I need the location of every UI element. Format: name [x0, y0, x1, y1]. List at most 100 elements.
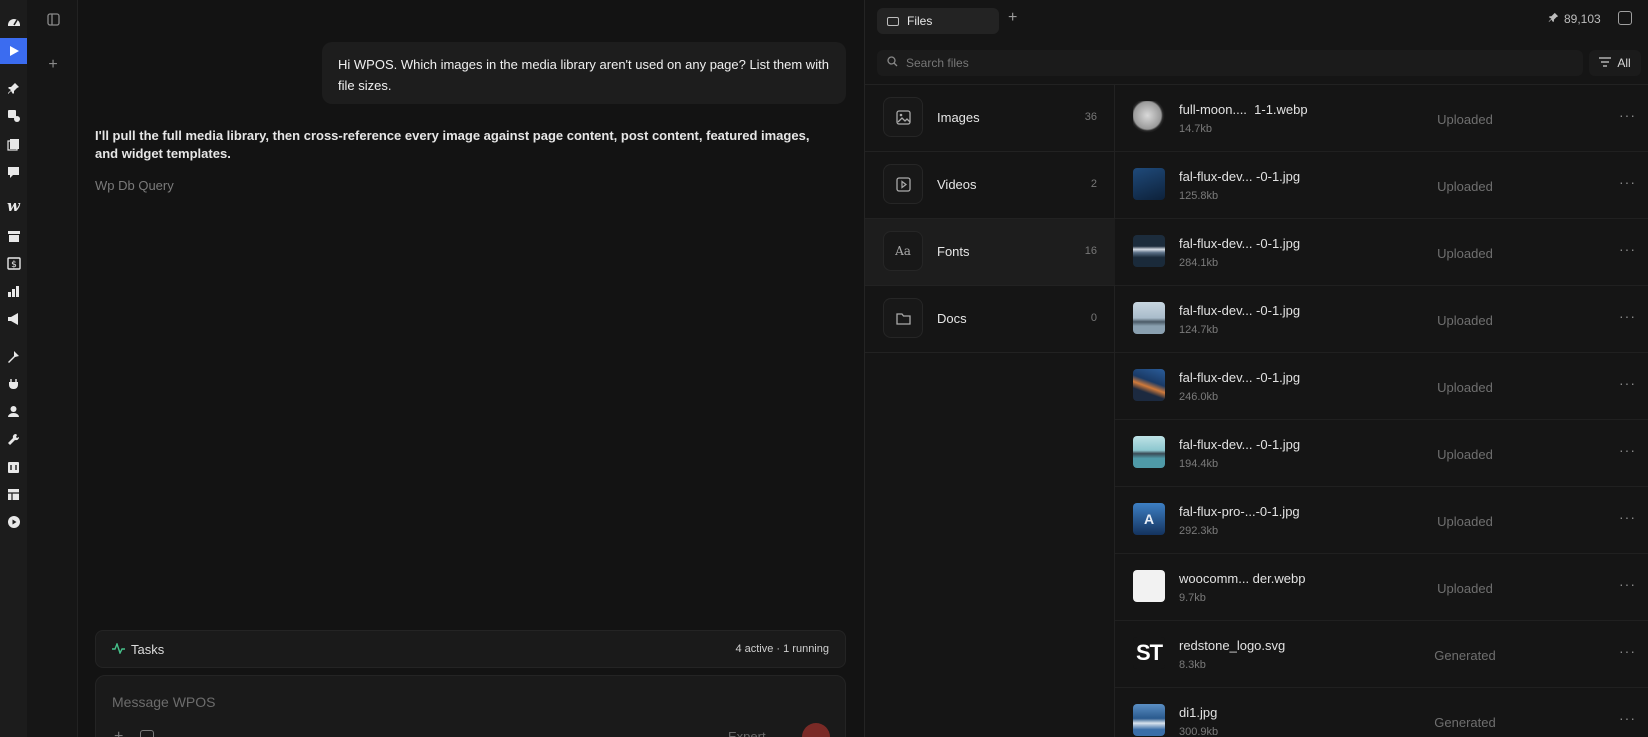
file-row[interactable]: fal-flux-dev... -0-1.jpg 284.1kb Uploade… [1115, 219, 1648, 286]
file-row[interactable]: woocomm... der.webp 9.7kb Uploaded ··· [1115, 554, 1648, 621]
folder-icon [887, 16, 899, 26]
file-row[interactable]: fal-flux-dev... -0-1.jpg 125.8kb Uploade… [1115, 152, 1648, 219]
category-name: Fonts [937, 244, 970, 259]
file-thumbnail: ST [1133, 637, 1165, 669]
file-search[interactable] [877, 50, 1583, 76]
file-row[interactable]: di1.jpg 300.9kb Generated ··· [1115, 688, 1648, 737]
add-plus-icon[interactable]: + [114, 728, 123, 737]
pages-icon[interactable] [0, 131, 27, 157]
file-row[interactable]: ST redstone_logo.svg 8.3kb Generated ··· [1115, 621, 1648, 688]
more-options-icon[interactable]: ··· [1619, 576, 1636, 592]
font-icon: Aa [883, 231, 923, 271]
tools-icon[interactable] [0, 426, 27, 452]
image-icon [883, 97, 923, 137]
appearance-icon[interactable] [0, 343, 27, 369]
new-chat-plus-icon[interactable]: + [43, 55, 63, 75]
chat-area: Hi WPOS. Which images in the media libra… [78, 0, 864, 737]
file-size: 300.9kb [1179, 726, 1219, 737]
category-name: Videos [937, 177, 977, 192]
user-message: Hi WPOS. Which images in the media libra… [322, 42, 846, 104]
wpos-play-icon[interactable] [0, 38, 27, 64]
file-name: fal-flux-dev... -0-1.jpg [1179, 303, 1301, 318]
file-status: Uploaded [1437, 514, 1493, 529]
tasks-status: 4 active · 1 running [735, 643, 829, 655]
attach-icon[interactable] [140, 730, 154, 737]
users-icon[interactable] [0, 398, 27, 424]
file-name: fal-flux-dev... -0-1.jpg [1179, 236, 1301, 251]
admin-sidebar: w $ [0, 0, 27, 737]
toggle-sidebar-icon[interactable] [43, 9, 63, 29]
file-name: woocomm... der.webp [1179, 571, 1306, 586]
file-status: Generated [1434, 648, 1496, 663]
more-options-icon[interactable]: ··· [1619, 241, 1636, 257]
category-name: Docs [937, 311, 967, 326]
more-options-icon[interactable]: ··· [1619, 643, 1636, 659]
category-count: 2 [1090, 178, 1097, 190]
marketing-icon[interactable] [0, 306, 27, 332]
media-icon[interactable] [0, 103, 27, 129]
analytics-icon[interactable] [0, 278, 27, 304]
add-tab-plus-icon[interactable]: + [1008, 9, 1017, 27]
file-size: 194.4kb [1179, 458, 1219, 470]
tasks-bar[interactable]: Tasks 4 active · 1 running [95, 630, 846, 668]
payments-icon[interactable]: $ [0, 250, 27, 276]
category-name: Images [937, 110, 980, 125]
settings-icon[interactable] [0, 454, 27, 480]
more-options-icon[interactable]: ··· [1619, 509, 1636, 525]
file-row[interactable]: A fal-flux-pro-...-0-1.jpg 292.3kb Uploa… [1115, 487, 1648, 554]
collapse-play-icon[interactable] [0, 509, 27, 535]
file-row[interactable]: fal-flux-dev... -0-1.jpg 246.0kb Uploade… [1115, 353, 1648, 420]
search-input[interactable] [906, 56, 1546, 70]
file-thumbnail [1133, 302, 1165, 334]
comments-icon[interactable] [0, 159, 27, 185]
category-count: 36 [1084, 111, 1097, 123]
more-options-icon[interactable]: ··· [1619, 442, 1636, 458]
filter-button[interactable]: All [1589, 50, 1641, 76]
mode-selector[interactable]: Expert [728, 729, 766, 737]
products-icon[interactable] [0, 223, 27, 249]
pin-icon[interactable] [0, 75, 27, 101]
category-count: 0 [1090, 312, 1097, 324]
file-row[interactable]: full-moon.... 1-1.webp 14.7kb Uploaded ·… [1115, 85, 1648, 152]
activity-icon [112, 641, 125, 657]
tool-call-label[interactable]: Wp Db Query [95, 178, 174, 193]
assistant-message: I'll pull the full media library, then c… [95, 128, 810, 161]
more-options-icon[interactable]: ··· [1619, 710, 1636, 726]
toggle-panel-icon[interactable] [1618, 11, 1632, 25]
file-thumbnail [1133, 101, 1165, 133]
file-status: Generated [1434, 715, 1496, 730]
table-icon[interactable] [0, 481, 27, 507]
category-fonts[interactable]: Aa Fonts 16 [865, 219, 1115, 286]
file-status: Uploaded [1437, 112, 1493, 127]
dashboard-icon[interactable] [0, 9, 27, 35]
send-button[interactable] [802, 723, 830, 737]
more-options-icon[interactable]: ··· [1619, 375, 1636, 391]
tab-files[interactable]: Files [877, 8, 999, 34]
plugins-icon[interactable] [0, 371, 27, 397]
category-list: Images 36 Videos 2 Aa Fonts 16 Docs 0 [865, 85, 1115, 737]
category-videos[interactable]: Videos 2 [865, 152, 1115, 219]
file-name: full-moon.... 1-1.webp [1179, 102, 1308, 117]
file-name: redstone_logo.svg [1179, 638, 1286, 653]
message-composer[interactable]: Message WPOS + Expert [95, 675, 846, 737]
file-row[interactable]: fal-flux-dev... -0-1.jpg 194.4kb Uploade… [1115, 420, 1648, 487]
file-list: full-moon.... 1-1.webp 14.7kb Uploaded ·… [1115, 85, 1648, 737]
file-thumbnail [1133, 235, 1165, 267]
more-options-icon[interactable]: ··· [1619, 308, 1636, 324]
svg-text:$: $ [11, 260, 17, 270]
woocommerce-icon[interactable]: w [0, 193, 27, 219]
message-input[interactable]: Message WPOS [112, 694, 215, 710]
file-size: 9.7kb [1179, 592, 1206, 604]
category-images[interactable]: Images 36 [865, 85, 1115, 152]
category-docs[interactable]: Docs 0 [865, 286, 1115, 353]
file-size: 292.3kb [1179, 525, 1219, 537]
folder-icon [883, 298, 923, 338]
file-status: Uploaded [1437, 380, 1493, 395]
file-name: fal-flux-dev... -0-1.jpg [1179, 437, 1301, 452]
file-row[interactable]: fal-flux-dev... -0-1.jpg 124.7kb Uploade… [1115, 286, 1648, 353]
more-options-icon[interactable]: ··· [1619, 174, 1636, 190]
more-options-icon[interactable]: ··· [1619, 107, 1636, 123]
tab-files-label: Files [907, 14, 933, 28]
file-name: fal-flux-dev... -0-1.jpg [1179, 370, 1301, 385]
file-size: 246.0kb [1179, 391, 1219, 403]
